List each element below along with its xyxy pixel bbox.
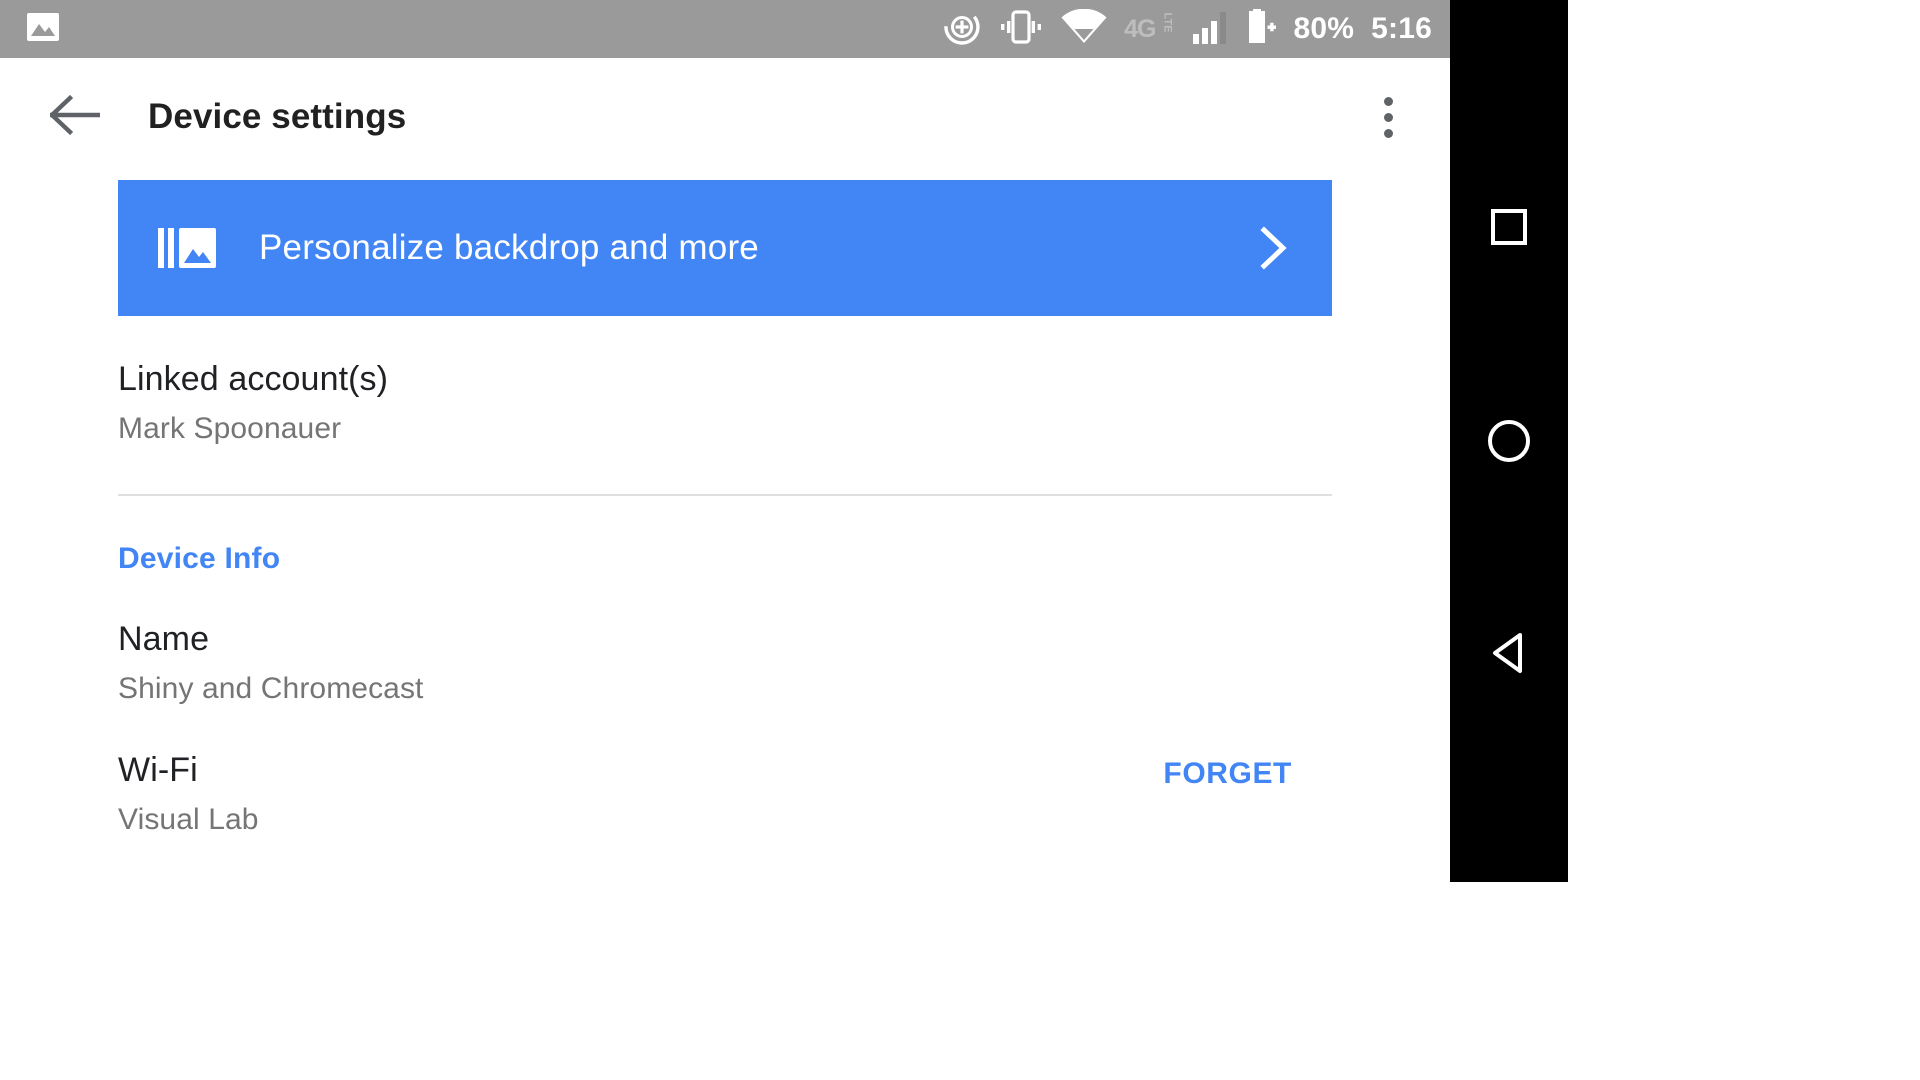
banner-label: Personalize backdrop and more: [259, 228, 759, 267]
phone-content-area: 4G LTE 80% 5:16 Device settings Personal…: [0, 0, 1450, 882]
settings-content: Personalize backdrop and more Linked acc…: [0, 180, 1450, 838]
triangle-left-icon: [1487, 630, 1531, 681]
network-type-label: 4G: [1124, 14, 1156, 43]
overflow-dot: [1383, 112, 1393, 122]
cell-signal-icon: [1193, 10, 1229, 49]
linked-accounts-row[interactable]: Linked account(s) Mark Spoonauer: [0, 316, 1450, 447]
personalize-backdrop-banner[interactable]: Personalize backdrop and more: [118, 180, 1332, 316]
square-icon: [1491, 209, 1527, 245]
overflow-dot: [1383, 128, 1393, 138]
vibrate-icon: [998, 8, 1044, 51]
backdrop-image-icon: [158, 224, 216, 272]
device-wifi-row[interactable]: Wi-Fi Visual Lab FORGET: [0, 707, 1450, 838]
battery-percent-label: 80%: [1293, 12, 1355, 45]
back-navigation-button[interactable]: [44, 86, 106, 148]
clock-label: 5:16: [1371, 12, 1432, 45]
location-add-icon: [943, 8, 981, 51]
home-button[interactable]: [1474, 406, 1544, 476]
page-title: Device settings: [148, 97, 407, 136]
device-name-value: Shiny and Chromecast: [118, 672, 424, 706]
forget-wifi-button[interactable]: FORGET: [1163, 751, 1332, 791]
device-wifi-title: Wi-Fi: [118, 751, 198, 790]
wifi-icon: [1061, 8, 1107, 50]
chevron-right-icon: [1254, 226, 1294, 270]
arrow-left-icon: [48, 94, 101, 140]
linked-accounts-title: Linked account(s): [118, 360, 389, 398]
status-bar-left-icons: [26, 12, 60, 47]
device-name-title: Name: [118, 620, 210, 659]
device-name-row[interactable]: Name Shiny and Chromecast: [0, 576, 1450, 707]
status-bar: 4G LTE 80% 5:16: [0, 0, 1450, 58]
app-bar: Device settings: [0, 58, 1450, 176]
device-settings-screen: 4G LTE 80% 5:16 Device settings Personal…: [0, 0, 1568, 882]
network-type-icon: 4G LTE: [1124, 12, 1176, 43]
battery-charging-icon: [1246, 8, 1277, 50]
linked-accounts-value: Mark Spoonauer: [118, 412, 342, 446]
system-back-button[interactable]: [1474, 620, 1544, 690]
overflow-dot: [1383, 96, 1393, 106]
device-wifi-value: Visual Lab: [118, 803, 259, 837]
status-bar-right-icons: 4G LTE 80% 5:16: [943, 8, 1432, 51]
android-navigation-bar: [1450, 0, 1568, 882]
more-vertical-icon[interactable]: [1360, 86, 1416, 148]
circle-icon: [1488, 420, 1530, 462]
photo-image-icon: [26, 12, 60, 47]
network-lte-label: LTE: [1161, 12, 1173, 32]
device-info-section-header: Device Info: [118, 542, 281, 576]
recents-button[interactable]: [1474, 192, 1544, 262]
